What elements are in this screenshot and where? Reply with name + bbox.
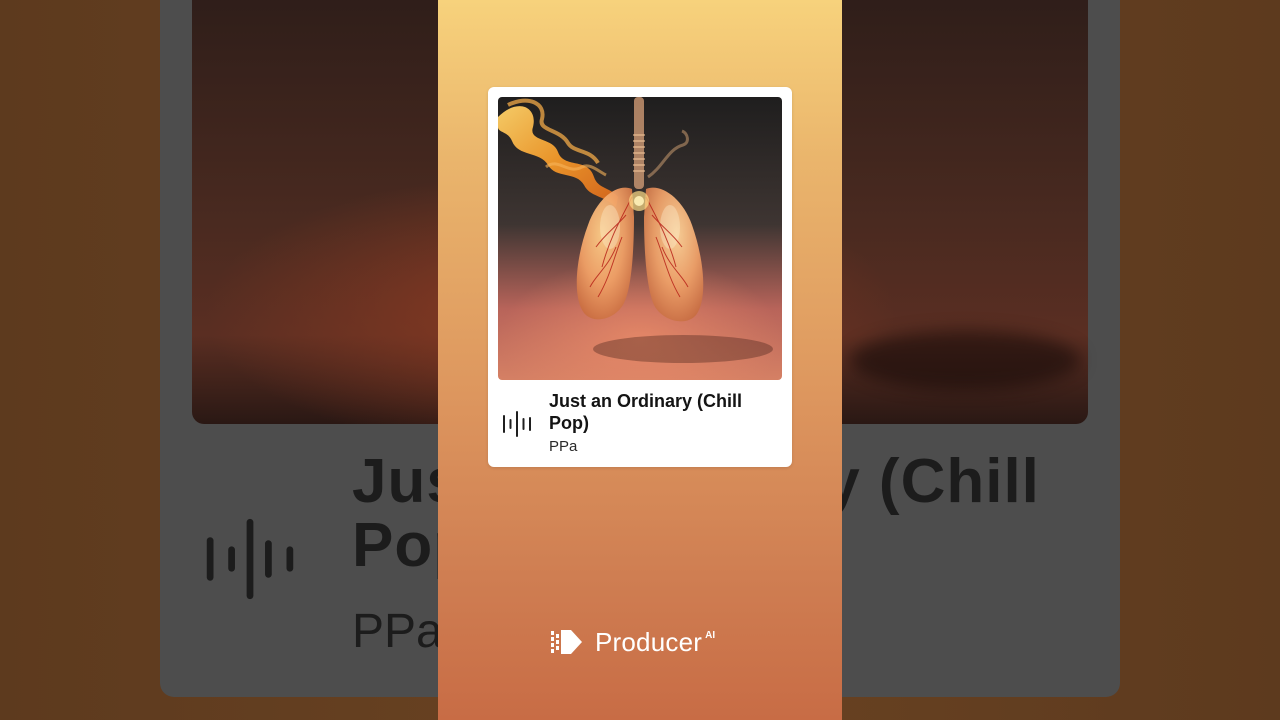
background-song-artist: PPa — [352, 605, 443, 658]
center-panel: Just an Ordinary (Chill Pop) PPa Produce… — [438, 0, 842, 720]
background-waveform-icon — [206, 518, 294, 600]
brand-name: Producer — [595, 627, 703, 657]
producer-logo-icon — [551, 630, 582, 654]
card-footer: Just an Ordinary (Chill Pop) PPa — [488, 380, 792, 467]
song-title[interactable]: Just an Ordinary (Chill Pop) — [549, 390, 781, 434]
audio-waveform-icon[interactable] — [502, 410, 532, 438]
background-cover-shadow — [850, 330, 1080, 390]
brand-superscript: AI — [705, 629, 716, 641]
producer-brand[interactable]: Producer AI — [551, 626, 715, 658]
song-artist[interactable]: PPa — [549, 438, 577, 456]
song-card[interactable]: Just an Ordinary (Chill Pop) PPa — [488, 87, 792, 467]
cover-art-image — [498, 97, 782, 380]
